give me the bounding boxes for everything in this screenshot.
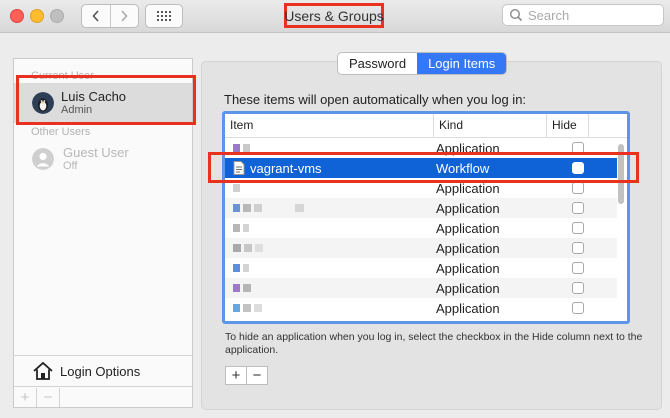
kind-cell: Application [436,200,500,216]
item-cell-redacted [225,258,433,278]
users-sidebar: Current User Luis Cacho Admin Other User… [13,58,193,408]
close-button[interactable] [10,9,24,23]
table-row[interactable]: Application [225,178,617,198]
item-cell-redacted [225,138,433,158]
table-row[interactable]: Application [225,298,617,318]
hide-checkbox[interactable] [572,142,584,154]
penguin-avatar-icon [32,92,54,114]
search-icon [509,8,523,22]
kind-cell: Application [436,260,500,276]
hide-checkbox[interactable] [572,262,584,274]
current-user-label: Current User [31,70,94,82]
item-cell-redacted [225,218,433,238]
item-cell-redacted [225,278,433,298]
user-item-guest-user[interactable]: Guest User Off [14,139,192,179]
add-login-item-button[interactable]: + [226,367,246,384]
login-items-controls: + − [225,366,268,385]
table-scrollbar[interactable] [618,144,624,204]
kind-cell: Application [436,180,500,196]
login-items-table[interactable]: Item Kind Hide Application vagrant-vms W… [222,111,630,324]
login-options-item[interactable]: Login Options [14,355,192,386]
column-header-kind[interactable]: Kind [433,114,546,137]
column-header-item[interactable]: Item [225,114,433,137]
kind-cell: Application [436,240,500,256]
kind-cell: Application [436,220,500,236]
navigation-buttons [81,4,139,28]
hide-checkbox[interactable] [572,222,584,234]
kind-cell: Application [436,140,500,156]
hide-checkbox[interactable] [572,202,584,214]
other-users-label: Other Users [31,126,91,138]
search-placeholder: Search [528,7,570,23]
tab-bar: Password Login Items [337,52,508,75]
table-header: Item Kind Hide [225,114,627,138]
search-field[interactable]: Search [502,4,664,26]
user-item-luis-cacho[interactable]: Luis Cacho Admin [14,83,192,123]
table-row[interactable]: Application [225,218,617,238]
back-button[interactable] [82,5,110,27]
remove-user-button[interactable]: − [37,387,60,407]
table-row[interactable]: Application [225,238,617,258]
user-name: Luis Cacho [61,89,127,104]
table-row[interactable]: Application [225,258,617,278]
window-title: Users & Groups [284,3,384,28]
table-rows: Application vagrant-vms Workflow Applica… [225,138,617,318]
zoom-button[interactable] [50,9,64,23]
hide-checkbox[interactable] [572,302,584,314]
table-row[interactable]: Application [225,198,617,218]
sidebar-controls: + − [14,386,192,407]
minimize-button[interactable] [30,9,44,23]
user-name: Guest User [63,145,129,160]
item-name: vagrant-vms [250,160,322,176]
kind-cell: Workflow [436,160,490,176]
hide-checkbox[interactable] [572,282,584,294]
table-row[interactable]: Application [225,278,617,298]
item-cell-redacted [225,298,433,318]
hide-help-text: To hide an application when you log in, … [225,331,643,356]
hide-checkbox[interactable] [572,242,584,254]
user-role: Off [63,160,78,172]
show-all-button[interactable] [145,4,183,28]
column-header-blank [588,114,627,137]
chevron-right-icon [121,10,128,22]
table-row-selected[interactable]: vagrant-vms Workflow [225,158,617,178]
house-icon [33,361,53,380]
tab-login-items[interactable]: Login Items [417,53,507,74]
item-cell-redacted [225,238,433,258]
tab-password[interactable]: Password [338,53,417,74]
user-role: Admin [61,104,93,116]
forward-button[interactable] [109,5,139,27]
item-cell: vagrant-vms [225,158,433,178]
kind-cell: Application [436,300,500,316]
login-options-label: Login Options [60,363,141,379]
kind-cell: Application [436,280,500,296]
add-user-button[interactable]: + [14,387,37,407]
item-cell-redacted [225,198,433,218]
workflow-file-icon [233,161,245,175]
login-items-description: These items will open automatically when… [224,92,527,107]
chevron-left-icon [92,10,99,22]
grid-icon [157,11,171,21]
table-row[interactable]: Application [225,138,617,158]
hide-checkbox[interactable] [572,182,584,194]
remove-login-item-button[interactable]: − [246,367,267,384]
person-avatar-icon [32,148,54,170]
item-cell-redacted [225,178,433,198]
hide-checkbox[interactable] [572,162,584,174]
column-header-hide[interactable]: Hide [546,114,588,137]
title-bar: Users & Groups Search [0,0,670,33]
